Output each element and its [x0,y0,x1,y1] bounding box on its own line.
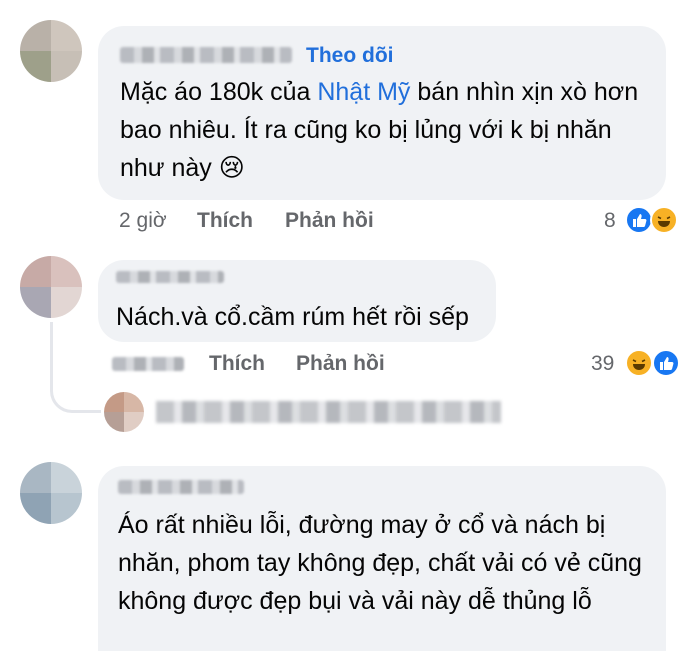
reply-thread-line [50,322,101,413]
reply-button[interactable]: Phản hồi [296,352,385,376]
avatar[interactable] [104,392,144,432]
reply-preview-blurred[interactable] [156,401,501,423]
reply-button[interactable]: Phản hồi [285,209,374,233]
comment-text: Áo rất nhiều lỗi, đường may ở cổ và nách… [118,511,642,615]
avatar[interactable] [20,20,82,82]
mention-link[interactable]: Nhật Mỹ [317,78,410,106]
comment-time[interactable]: 2 giờ [119,209,167,233]
follow-link[interactable]: Theo dõi [306,44,394,68]
haha-icon [650,206,678,234]
like-button[interactable]: Thích [209,352,265,376]
commenter-name-blurred[interactable] [120,47,292,63]
avatar[interactable] [20,462,82,524]
commenter-name-blurred[interactable] [118,480,244,494]
reaction-count[interactable]: 39 [591,352,614,376]
comment-text: Mặc áo 180k của Nhật Mỹ bán nhìn xịn xò … [120,78,639,182]
haha-icon [625,349,653,377]
like-icon [652,349,680,377]
like-button[interactable]: Thích [197,209,253,233]
avatar[interactable] [20,256,82,318]
like-icon [625,206,653,234]
commenter-name-blurred[interactable] [116,271,224,283]
comment-time-blurred[interactable] [112,357,184,371]
reaction-count[interactable]: 8 [604,209,616,233]
crying-emoji: 😢 [218,154,245,182]
comment-text: Nách.và cổ.cầm rúm hết rồi sếp [116,303,469,331]
